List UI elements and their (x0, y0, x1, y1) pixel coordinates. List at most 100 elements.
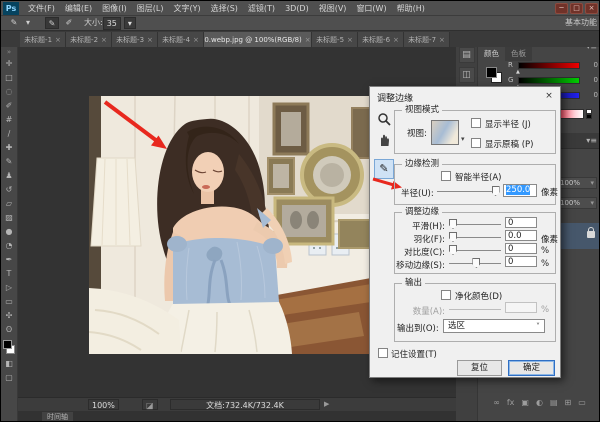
tab-untitled-5[interactable]: 未标题-5× (312, 32, 358, 47)
brush-preset-dropdown-icon[interactable]: ▾ (21, 17, 35, 29)
ok-button[interactable]: 确定 (508, 360, 555, 376)
menu-filter[interactable]: 滤镜(T) (243, 1, 280, 16)
chevron-down-icon[interactable]: ▾ (461, 135, 465, 143)
remember-settings-checkbox[interactable] (378, 348, 388, 358)
decontaminate-colors-checkbox[interactable] (441, 290, 451, 300)
shift-edge-slider[interactable] (449, 257, 501, 269)
fill-select[interactable]: 100%▾ (557, 197, 597, 209)
green-channel-row[interactable]: G ▲ 0 (508, 76, 600, 86)
shift-edge-slider-thumb[interactable] (472, 258, 480, 268)
radius-slider[interactable] (437, 185, 499, 197)
menu-help[interactable]: 帮助(H) (392, 1, 430, 16)
refine-radius-brush-icon[interactable]: ✎ (45, 17, 59, 29)
red-value[interactable]: 0 (594, 61, 598, 69)
contrast-value-field[interactable]: 0 (505, 243, 537, 254)
smooth-value-field[interactable]: 0 (505, 217, 537, 228)
brush-size-value[interactable]: 35 (103, 17, 121, 30)
tab-close-icon[interactable]: × (193, 36, 199, 44)
zoom-tool[interactable]: ʘ (2, 323, 17, 337)
adjustment-layer-icon[interactable]: ◐ (536, 396, 543, 410)
red-slider[interactable] (518, 62, 580, 69)
tab-untitled-1[interactable]: 未标题-1× (20, 32, 66, 47)
maximize-button[interactable]: □ (570, 3, 583, 14)
tab-close-icon[interactable]: × (305, 36, 311, 44)
blue-value[interactable]: 0 (594, 91, 598, 99)
menu-file[interactable]: 文件(F) (23, 1, 60, 16)
eraser-tool[interactable]: ▱ (2, 197, 17, 211)
menu-type[interactable]: 文字(Y) (168, 1, 205, 16)
panel-flyout-1[interactable]: ▤ (459, 47, 475, 63)
path-selection-tool[interactable]: ▷ (2, 281, 17, 295)
tab-close-icon[interactable]: × (393, 36, 399, 44)
output-to-select[interactable]: 选区 ˅ (443, 319, 545, 333)
smooth-slider[interactable] (449, 218, 501, 230)
tab-close-icon[interactable]: × (439, 36, 445, 44)
dialog-close-icon[interactable]: × (542, 90, 556, 103)
menu-edit[interactable]: 编辑(E) (60, 1, 97, 16)
tab-0webp-active[interactable]: 0.webp.jpg @ 100%(RGB/8)× (204, 32, 312, 47)
color-panel-swatches[interactable] (486, 67, 504, 85)
feather-value-field[interactable]: 0.0 (505, 230, 537, 241)
tab-color[interactable]: 颜色 (478, 47, 505, 61)
red-slider-caret[interactable]: ▲ (516, 69, 520, 75)
status-expand-icon[interactable]: ▶ (324, 400, 329, 408)
layers-panel-menu-icon[interactable]: ▾≡ (586, 136, 597, 145)
foreground-color-swatch[interactable] (3, 340, 12, 349)
smart-radius-checkbox[interactable] (441, 171, 451, 181)
reset-button[interactable]: 复位 (457, 360, 502, 376)
radius-value-field[interactable]: 250.0 (503, 184, 537, 197)
eyedropper-tool[interactable]: ∕ (2, 127, 17, 141)
dialog-zoom-tool-icon[interactable] (377, 112, 391, 126)
delete-layer-icon[interactable]: ▭ (578, 396, 586, 410)
tab-close-icon[interactable]: × (147, 36, 153, 44)
tab-close-icon[interactable]: × (55, 36, 61, 44)
red-channel-row[interactable]: R ▲ 0 (508, 61, 600, 71)
ramp-black-swatch[interactable] (586, 114, 592, 119)
foreground-background-swatches[interactable] (2, 339, 17, 355)
screen-mode-button[interactable]: ▢ (2, 371, 17, 385)
history-brush-tool[interactable]: ↺ (2, 183, 17, 197)
green-slider[interactable] (518, 77, 580, 84)
clone-stamp-tool[interactable]: ♟ (2, 169, 17, 183)
layer-group-icon[interactable]: ▤ (550, 396, 558, 410)
layer-style-fx-icon[interactable]: fx (507, 396, 515, 410)
type-tool[interactable]: T (2, 267, 17, 281)
erase-refinements-brush-icon[interactable]: ✐ (62, 17, 76, 29)
link-layers-icon[interactable]: ∞ (493, 396, 500, 410)
tab-close-icon[interactable]: × (347, 36, 353, 44)
quick-selection-tool[interactable]: ✐ (2, 99, 17, 113)
shape-tool[interactable]: ▭ (2, 295, 17, 309)
zoom-level[interactable]: 100% (88, 399, 119, 410)
brush-tool[interactable]: ✎ (2, 155, 17, 169)
toolbox-collapse-icon[interactable]: » (2, 47, 17, 57)
tab-close-icon[interactable]: × (101, 36, 107, 44)
tab-untitled-2[interactable]: 未标题-2× (66, 32, 112, 47)
hand-tool[interactable]: ✣ (2, 309, 17, 323)
green-value[interactable]: 0 (594, 76, 598, 84)
feather-slider-thumb[interactable] (449, 232, 457, 242)
minimize-button[interactable]: ─ (555, 3, 568, 14)
new-layer-icon[interactable]: ⊞ (565, 396, 572, 410)
menu-view[interactable]: 视图(V) (314, 1, 352, 16)
shift-edge-value-field[interactable]: 0 (505, 256, 537, 267)
spot-healing-tool[interactable]: ✚ (2, 141, 17, 155)
lasso-tool[interactable]: ◌ (2, 85, 17, 99)
photo-document[interactable] (89, 96, 371, 354)
pen-tool[interactable]: ✒ (2, 253, 17, 267)
workspace-switcher[interactable]: 基本功能 (565, 17, 597, 29)
opacity-select[interactable]: 100%▾ (557, 177, 597, 189)
crop-tool[interactable]: # (2, 113, 17, 127)
tab-timeline[interactable]: 时间轴 (42, 412, 73, 422)
panel-flyout-2[interactable]: ◫ (459, 67, 475, 83)
brush-size-dropdown-icon[interactable]: ▾ (124, 17, 136, 29)
smooth-slider-thumb[interactable] (449, 219, 457, 229)
dodge-tool[interactable]: ◔ (2, 239, 17, 253)
tab-untitled-6[interactable]: 未标题-6× (358, 32, 404, 47)
contrast-slider-thumb[interactable] (449, 245, 457, 255)
view-mode-thumbnail[interactable] (431, 120, 459, 145)
brush-preset-icon[interactable]: ✎ (7, 17, 21, 29)
dialog-hand-tool-icon[interactable] (377, 133, 391, 147)
feather-slider[interactable] (449, 231, 501, 243)
tab-swatches[interactable]: 色板 (505, 47, 532, 61)
menu-select[interactable]: 选择(S) (206, 1, 243, 16)
